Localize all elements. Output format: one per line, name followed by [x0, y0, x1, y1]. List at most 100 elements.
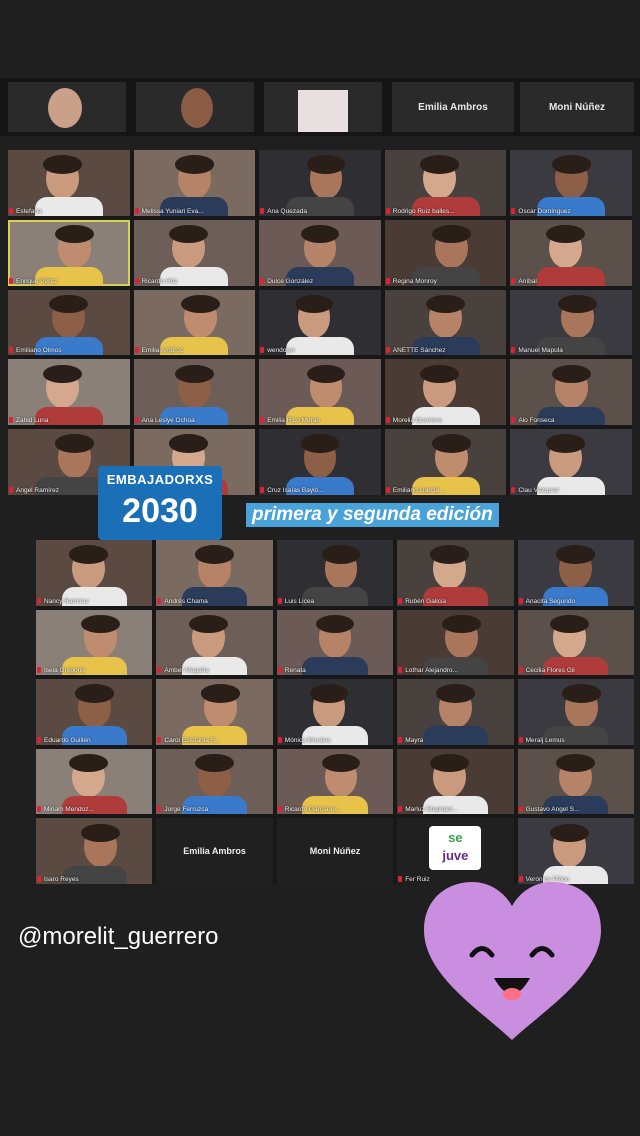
participant-video-tile[interactable]: Ricardo Hdz — [133, 219, 256, 286]
muted-mic-icon — [398, 875, 403, 882]
muted-mic-icon — [9, 347, 13, 354]
muted-mic-icon — [398, 806, 403, 813]
participant-name-label: Zahid Luna — [16, 417, 49, 425]
muted-mic-icon — [518, 806, 523, 813]
participant-video-tile[interactable]: Emiliano Olmos — [8, 289, 130, 356]
participant-video-tile[interactable]: Ricardo García-Li... — [276, 748, 394, 815]
instagram-handle: @morelit_guerrero — [18, 923, 219, 950]
participant-video-tile[interactable]: Ana Leslye Ochoa — [133, 359, 256, 426]
participant-video-tile[interactable]: Cecilia Flores Gil — [517, 609, 634, 676]
participant-video-tile[interactable]: Rodrigo Ruiz balles... — [384, 150, 507, 216]
participant-video-tile[interactable]: Verónica Piñón — [517, 818, 634, 884]
participant-video-tile[interactable]: Miriam Mendoz... — [36, 748, 153, 815]
participant-name-label: Rodrigo Ruiz balles... — [392, 207, 455, 215]
participant-video-tile[interactable]: Marluz Stephani... — [397, 748, 514, 815]
participant-video-tile[interactable]: Mónica Morales — [276, 679, 394, 745]
participant-name-label: Dulce González — [267, 277, 314, 285]
edition-subtitle: primera y segunda edición — [246, 503, 499, 527]
participant-video-tile[interactable]: Dulce González — [259, 219, 381, 286]
smiling-heart-sticker — [424, 882, 601, 1040]
muted-mic-icon — [518, 736, 523, 743]
participant-video-tile[interactable]: Melissa Yuniari Eva... — [133, 150, 256, 216]
participant-video-tile[interactable]: Cruz Isaías Bayló... — [259, 429, 381, 495]
participant-name-label: Ana Quezada — [267, 207, 307, 215]
participant-hair — [80, 823, 120, 842]
sejuve-logo-line1: se — [448, 830, 463, 846]
participant-video-tile[interactable]: Nancy Ramírez — [36, 540, 153, 606]
tongue-icon — [503, 988, 521, 1000]
participant-hair — [55, 434, 95, 453]
participant-hair — [201, 684, 240, 703]
participant-hair — [195, 545, 234, 564]
muted-mic-icon — [518, 667, 523, 674]
avatar-image — [298, 90, 348, 132]
participant-video-tile[interactable]: Luis Licea — [276, 540, 394, 606]
participant-video-tile[interactable]: Rubén Galicia — [397, 540, 514, 606]
participant-name-tile[interactable]: Moni Núñez — [520, 82, 634, 132]
participant-video-tile[interactable]: Eduardo Guillén — [36, 679, 153, 745]
participant-video-tile[interactable] — [8, 82, 126, 132]
muted-mic-icon — [134, 417, 139, 424]
badge-year: 2030 — [122, 492, 198, 530]
participant-video-tile[interactable]: Aníbal — [510, 219, 632, 286]
participant-hair — [435, 684, 475, 703]
participant-shirt — [302, 656, 368, 676]
muted-mic-icon — [260, 486, 265, 493]
participant-video-tile[interactable]: Carol Estefania S... — [156, 679, 273, 745]
lower-participant-grid: Nancy Ramírez Andrés Chama Luis Licea Rubén… — [36, 540, 634, 884]
participant-video-tile[interactable]: wendolyn — [259, 289, 381, 356]
participant-video-tile[interactable]: Meralj Lemus — [517, 679, 634, 745]
participant-video-tile[interactable]: Emiliano García ... — [384, 429, 507, 495]
muted-mic-icon — [511, 417, 516, 424]
participant-video-tile[interactable]: Andrés Chama — [156, 540, 273, 606]
participant-hair — [557, 294, 597, 314]
participant-name-label: Isela Gregorio — [44, 667, 85, 675]
participant-hair — [441, 614, 481, 634]
participant-name-label: Cecilia Flores Gil — [525, 667, 575, 675]
participant-video-tile[interactable]: se juve Fer Ruiz — [397, 818, 514, 884]
participant-name-label: Meralj Lemus — [525, 736, 565, 744]
muted-mic-icon — [157, 667, 162, 674]
participant-hair — [432, 434, 472, 453]
muted-mic-icon — [385, 417, 390, 424]
participant-video-tile[interactable]: Morelia Guerrero — [384, 359, 507, 426]
participant-video-tile[interactable]: Zahid Luna — [8, 359, 130, 426]
participant-video-tile[interactable]: Enrique Pérez — [8, 219, 130, 286]
sejuve-logo-line2: juve — [442, 848, 469, 864]
participant-video-tile[interactable]: Mayra — [397, 679, 514, 745]
participant-video-tile[interactable]: Oscar Domínguez — [510, 150, 632, 216]
participant-name-tile[interactable]: Moni Núñez — [276, 818, 394, 884]
muted-mic-icon — [134, 277, 139, 284]
participant-video-tile[interactable]: Manuel Mapula — [510, 289, 632, 356]
participant-video-tile[interactable]: Jorge Ferruzca — [156, 748, 273, 815]
participant-name-tile[interactable]: Emilia Ambros — [392, 82, 514, 132]
participant-name-label: wendolyn — [267, 347, 295, 355]
muted-mic-icon — [260, 277, 265, 284]
participant-video-tile[interactable]: Estefana — [8, 150, 130, 216]
participant-video-tile[interactable]: Isaro Reyes — [36, 818, 153, 884]
participant-video-tile[interactable]: Clau Vázquez — [510, 429, 632, 495]
participant-avatar-tile[interactable] — [264, 82, 382, 132]
participant-video-tile[interactable] — [136, 82, 254, 132]
participant-video-tile[interactable]: Isela Gregorio — [36, 609, 153, 676]
participant-video-tile[interactable]: Emilia Ambros — [133, 289, 256, 356]
participant-video-tile[interactable]: ANETTE Sánchez — [384, 289, 507, 356]
participant-hair — [43, 364, 83, 383]
participant-video-tile[interactable]: Renata — [276, 609, 394, 676]
muted-mic-icon — [9, 486, 13, 493]
participant-name-tile[interactable]: Emilia Ambros — [156, 818, 273, 884]
participant-video-tile[interactable]: Regina Monroy — [384, 219, 507, 286]
muted-mic-icon — [260, 347, 265, 354]
participant-name-label: Jorge Ferruzca — [164, 806, 209, 814]
participant-video-tile[interactable]: Gustavo Angel S... — [517, 748, 634, 815]
participant-hair — [550, 614, 590, 634]
participant-video-tile[interactable]: Alo Fonseca — [510, 359, 632, 426]
participant-video-tile[interactable]: Amber Magaña — [156, 609, 273, 676]
participant-name-label: Miriam Mendoz... — [44, 806, 94, 814]
upper-participant-grid: Estefana Melissa Yuniari Eva... Ana Quezad… — [8, 150, 632, 495]
participant-video-tile[interactable]: Emilia Rico Morán — [259, 359, 381, 426]
participant-hair — [68, 545, 108, 564]
participant-video-tile[interactable]: Anacita Segundo — [517, 540, 634, 606]
participant-video-tile[interactable]: Lothar Alejandro... — [397, 609, 514, 676]
participant-video-tile[interactable]: Ana Quezada — [259, 150, 381, 216]
